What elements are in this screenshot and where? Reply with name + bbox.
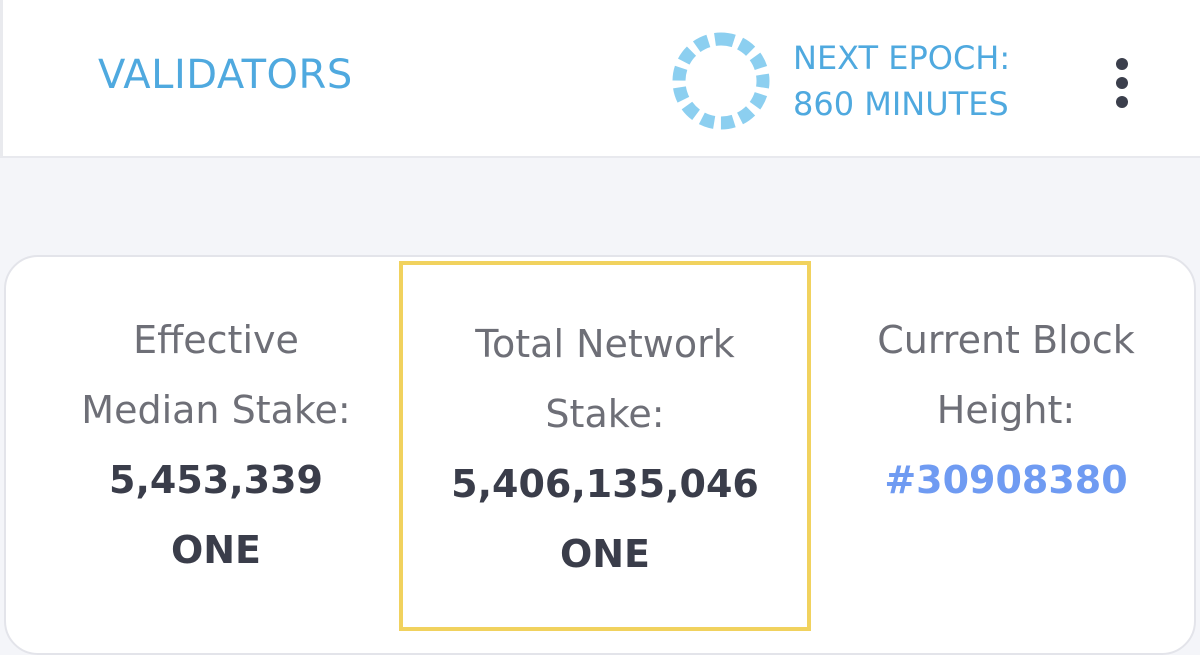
- current-block-height-link[interactable]: #30908380: [826, 445, 1186, 515]
- epoch-progress-ring-icon: [672, 32, 770, 130]
- current-block-height-label-2: Height:: [936, 388, 1076, 432]
- next-epoch-value: 860 MINUTES: [793, 85, 1009, 123]
- effective-median-stake-stat: Effective Median Stake: 5,453,339 ONE: [36, 305, 396, 585]
- effective-median-stake-value: 5,453,339: [109, 458, 323, 502]
- effective-median-stake-label-1: Effective: [133, 318, 299, 362]
- current-block-height-stat: Current Block Height: #30908380: [826, 305, 1186, 515]
- total-network-stake-label-2: Stake:: [545, 392, 665, 436]
- menu-dot-icon: [1116, 77, 1128, 89]
- current-block-height-label-1: Current Block: [877, 318, 1135, 362]
- top-bar: VALIDATORS NEXT EPOCH: 860 MINUTES: [0, 0, 1200, 158]
- total-network-stake-stat: Total Network Stake: 5,406,135,046 ONE: [399, 261, 811, 631]
- total-network-stake-value: 5,406,135,046: [451, 462, 759, 506]
- total-network-stake-unit: ONE: [559, 532, 651, 576]
- more-options-button[interactable]: [1105, 55, 1139, 111]
- page-title: VALIDATORS: [98, 52, 353, 98]
- menu-dot-icon: [1116, 96, 1128, 108]
- next-epoch-label: NEXT EPOCH:: [793, 39, 1011, 77]
- effective-median-stake-unit: ONE: [170, 528, 262, 572]
- total-network-stake-label-1: Total Network: [475, 322, 735, 366]
- menu-dot-icon: [1116, 58, 1128, 70]
- next-epoch-indicator: NEXT EPOCH: 860 MINUTES: [793, 35, 1010, 127]
- effective-median-stake-label-2: Median Stake:: [81, 388, 351, 432]
- network-stats-card: Effective Median Stake: 5,453,339 ONE To…: [4, 255, 1196, 655]
